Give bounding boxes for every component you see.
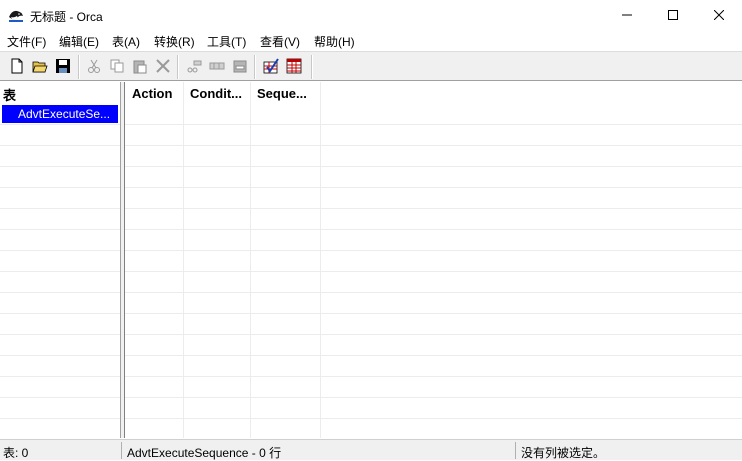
status-separator [121,442,122,459]
minimize-button[interactable] [604,0,650,30]
maximize-icon [668,10,678,20]
close-icon [714,10,724,20]
open-icon[interactable] [32,58,48,74]
grid-row-line [0,397,120,398]
menu-help[interactable]: 帮助(H) [314,33,355,50]
tables-list-header: 表 [3,88,17,103]
validate-icon[interactable] [263,58,279,74]
maximize-button[interactable] [650,0,696,30]
new-icon[interactable] [9,58,25,74]
menu-bar: 文件(F) 编辑(E) 表(A) 转换(R) 工具(T) 查看(V) 帮助(H) [0,30,742,51]
window-title: 无标题 - Orca [30,10,103,24]
grid-row-line [125,187,742,188]
grid-row-line [0,124,120,125]
paste-icon[interactable] [132,58,148,74]
grid-row-line [0,145,120,146]
copy-row-icon[interactable] [209,58,225,74]
grid-row-line [0,250,120,251]
grid-row-line [0,355,120,356]
status-current-table: AdvtExecuteSequence - 0 行 [127,446,282,460]
grid-row-line [125,313,742,314]
column-header-action[interactable]: Action [132,86,172,101]
grid-row-line [125,418,742,419]
copy-icon[interactable] [109,58,125,74]
table-grid-pane: Action Condit... Seque... [125,82,742,438]
table-list-item[interactable]: AdvtExecuteSe... [2,105,118,123]
grid-row-line [125,145,742,146]
menu-tables[interactable]: 表(A) [112,33,140,50]
status-column-selection: 没有列被选定。 [521,446,606,460]
grid-row-line [125,124,742,125]
grid-row-line [0,292,120,293]
status-separator [515,442,516,459]
menu-tools[interactable]: 工具(T) [207,33,246,50]
tables-list-pane: 表 AdvtExecuteSe... [0,82,121,438]
minimize-icon [622,14,632,16]
tables-icon[interactable] [286,58,302,74]
title-bar: 无标题 - Orca [0,0,742,30]
grid-row-line [0,313,120,314]
grid-row-line [125,229,742,230]
column-header-sequence[interactable]: Seque... [257,86,307,101]
grid-row-line [125,334,742,335]
grid-row-line [125,166,742,167]
orca-app-icon[interactable] [8,7,24,23]
toolbar-separator [78,55,80,79]
grid-row-line [0,166,120,167]
menu-transform[interactable]: 转换(R) [154,33,195,50]
status-table-count: 表: 0 [3,446,29,460]
close-button[interactable] [696,0,742,30]
column-divider[interactable] [250,82,251,438]
grid-row-line [125,271,742,272]
grid-row-line [0,418,120,419]
menu-edit[interactable]: 编辑(E) [59,33,99,50]
grid-row-line [125,376,742,377]
grid-row-line [0,229,120,230]
cut-row-icon[interactable] [186,58,202,74]
grid-row-line [0,187,120,188]
toolbar-separator [311,55,313,79]
grid-row-line [125,208,742,209]
toolbar [0,51,742,81]
grid-row-line [0,376,120,377]
grid-row-line [0,208,120,209]
status-bar: 表: 0 AdvtExecuteSequence - 0 行 没有列被选定。 [0,439,742,460]
toolbar-separator [177,55,179,79]
save-icon[interactable] [55,58,71,74]
grid-row-line [0,334,120,335]
paste-row-icon[interactable] [232,58,248,74]
column-divider[interactable] [183,82,184,438]
grid-row-line [125,292,742,293]
column-divider[interactable] [320,82,321,438]
grid-row-line [125,355,742,356]
grid-row-line [125,250,742,251]
delete-icon[interactable] [155,58,171,74]
grid-row-line [125,397,742,398]
toolbar-separator [254,55,256,79]
menu-view[interactable]: 查看(V) [260,33,300,50]
menu-file[interactable]: 文件(F) [7,33,46,50]
cut-icon[interactable] [86,58,102,74]
column-header-condition[interactable]: Condit... [190,86,242,101]
grid-row-line [0,271,120,272]
